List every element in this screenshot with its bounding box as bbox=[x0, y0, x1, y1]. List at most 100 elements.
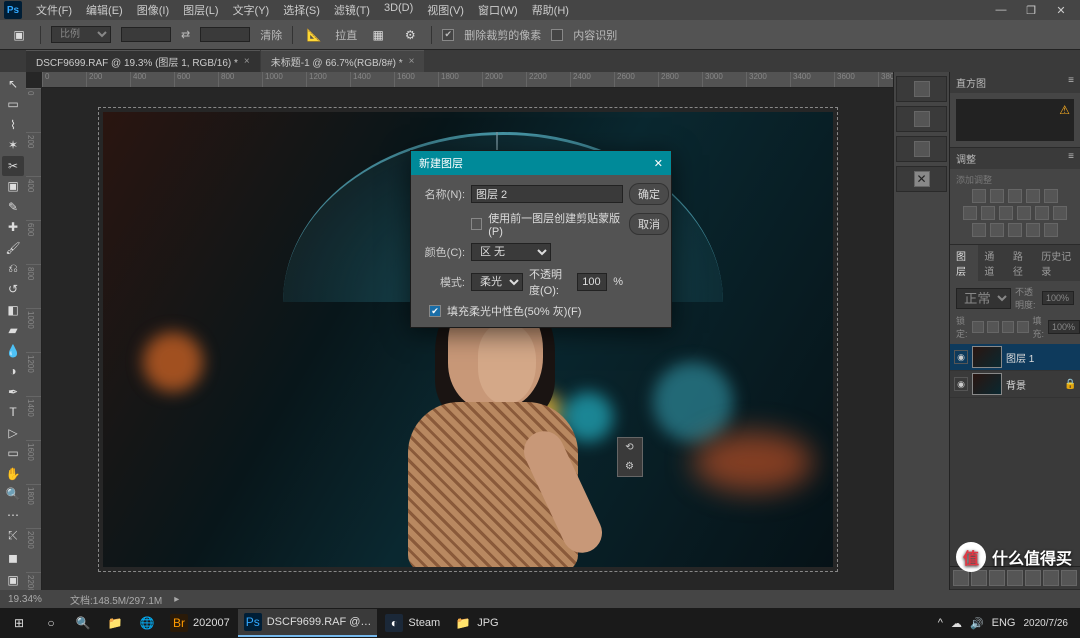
panel-menu-icon[interactable]: ≡ bbox=[1068, 151, 1074, 166]
overlay-icon[interactable]: ▦ bbox=[367, 25, 389, 45]
history-brush-tool-icon[interactable]: ↺ bbox=[2, 279, 24, 299]
adj-photo-filter-icon[interactable] bbox=[1017, 206, 1031, 220]
swap-icon[interactable]: ⇄ bbox=[181, 28, 190, 41]
menu-item[interactable]: 编辑(E) bbox=[80, 0, 129, 20]
layer-row[interactable]: ◉ 背景 🔒 bbox=[950, 371, 1080, 398]
tray-icon[interactable]: ☁ bbox=[951, 617, 962, 630]
ok-button[interactable]: 确定 bbox=[629, 183, 669, 205]
blur-tool-icon[interactable]: 💧 bbox=[2, 341, 24, 361]
menu-item[interactable]: 3D(D) bbox=[378, 0, 419, 20]
tray-icon[interactable]: 🔊 bbox=[970, 617, 984, 630]
hand-tool-icon[interactable]: ✋ bbox=[2, 464, 24, 484]
lasso-tool-icon[interactable]: ⌇ bbox=[2, 115, 24, 135]
quick-select-tool-icon[interactable]: ✶ bbox=[2, 136, 24, 156]
adj-hue-icon[interactable] bbox=[963, 206, 977, 220]
new-layer-icon[interactable] bbox=[1043, 570, 1059, 586]
crop-tool-icon[interactable]: ✂ bbox=[2, 156, 24, 176]
menu-item[interactable]: 图层(L) bbox=[177, 0, 224, 20]
dialog-titlebar[interactable]: 新建图层 ✕ bbox=[411, 151, 671, 175]
opacity-input[interactable] bbox=[577, 273, 607, 291]
menu-item[interactable]: 图像(I) bbox=[131, 0, 175, 20]
tray-icon[interactable]: ENG bbox=[992, 617, 1016, 629]
menu-item[interactable]: 窗口(W) bbox=[472, 0, 524, 20]
visibility-icon[interactable]: ◉ bbox=[954, 350, 968, 364]
fill-value[interactable]: 100% bbox=[1048, 320, 1080, 334]
gradient-tool-icon[interactable]: ▰ bbox=[2, 320, 24, 340]
layer-row[interactable]: ◉ 图层 1 bbox=[950, 344, 1080, 371]
adj-bw-icon[interactable] bbox=[999, 206, 1013, 220]
swap-colors-icon[interactable]: ⤪ bbox=[2, 526, 24, 546]
document-tab[interactable]: DSCF9699.RAF @ 19.3% (图层 1, RGB/16) *× bbox=[26, 50, 260, 72]
adj-exposure-icon[interactable] bbox=[1026, 189, 1040, 203]
taskbar-item[interactable]: ◐Steam bbox=[379, 609, 446, 637]
adj-brightness-icon[interactable] bbox=[972, 189, 986, 203]
panel-tab[interactable]: 路径 bbox=[1007, 245, 1035, 281]
layer-thumbnail[interactable] bbox=[972, 346, 1002, 368]
ratio-select[interactable]: 比例 bbox=[51, 26, 111, 43]
lock-artboard-icon[interactable] bbox=[1002, 321, 1014, 333]
mode-select[interactable]: 柔光 bbox=[471, 273, 523, 291]
panel-tab[interactable]: 图层 bbox=[950, 245, 978, 281]
layer-fx-icon[interactable] bbox=[971, 570, 987, 586]
status-arrow-icon[interactable]: ▸ bbox=[174, 594, 179, 605]
histogram-warning-icon[interactable]: ⚠ bbox=[1059, 103, 1070, 117]
close-button[interactable]: ✕ bbox=[1046, 2, 1076, 19]
adj-invert-icon[interactable] bbox=[972, 223, 986, 237]
menu-item[interactable]: 滤镜(T) bbox=[328, 0, 376, 20]
taskbar-item[interactable]: PsDSCF9699.RAF @… bbox=[238, 609, 378, 637]
new-fill-icon[interactable] bbox=[1007, 570, 1023, 586]
zoom-tool-icon[interactable]: 🔍 bbox=[2, 485, 24, 505]
minimize-button[interactable]: — bbox=[986, 2, 1016, 19]
tab-close-icon[interactable]: × bbox=[244, 56, 250, 67]
taskbar-item[interactable]: 🌐 bbox=[132, 609, 162, 637]
settings-icon[interactable]: ⚙ bbox=[399, 25, 421, 45]
healing-tool-icon[interactable]: ✚ bbox=[2, 218, 24, 238]
crop-height-input[interactable] bbox=[200, 27, 250, 42]
menu-item[interactable]: 文字(Y) bbox=[227, 0, 276, 20]
taskbar-item[interactable]: 🔍 bbox=[68, 609, 98, 637]
layer-name-input[interactable] bbox=[471, 185, 623, 203]
properties-panel-icon[interactable]: ✕ bbox=[896, 166, 947, 192]
adj-selective-icon[interactable] bbox=[1044, 223, 1058, 237]
fill-neutral-checkbox[interactable]: ✔ bbox=[429, 305, 441, 317]
cancel-button[interactable]: 取消 bbox=[629, 213, 669, 235]
adj-gradient-icon[interactable] bbox=[1026, 223, 1040, 237]
content-aware-checkbox[interactable] bbox=[551, 29, 563, 41]
taskbar-item[interactable]: ⊞ bbox=[4, 609, 34, 637]
lock-pixels-icon[interactable] bbox=[972, 321, 984, 333]
visibility-icon[interactable]: ◉ bbox=[954, 377, 968, 391]
blend-mode-select[interactable]: 正常 bbox=[956, 288, 1011, 309]
taskbar-date[interactable]: 2020/7/26 bbox=[1024, 618, 1069, 629]
crop-reset-icon[interactable]: ⟲ bbox=[625, 442, 633, 453]
dialog-close-icon[interactable]: ✕ bbox=[654, 157, 663, 170]
adj-balance-icon[interactable] bbox=[981, 206, 995, 220]
brush-tool-icon[interactable]: 🖌 bbox=[2, 238, 24, 258]
crop-tool-preset-icon[interactable]: ▣ bbox=[8, 25, 30, 45]
type-tool-icon[interactable]: T bbox=[2, 403, 24, 423]
tab-close-icon[interactable]: × bbox=[409, 56, 415, 67]
delete-pixels-checkbox[interactable]: ✔ bbox=[442, 29, 454, 41]
adj-curves-icon[interactable] bbox=[1008, 189, 1022, 203]
menu-item[interactable]: 视图(V) bbox=[421, 0, 470, 20]
foreground-background-swatch[interactable]: ◼ bbox=[2, 546, 24, 569]
adj-posterize-icon[interactable] bbox=[990, 223, 1004, 237]
tray-icon[interactable]: ^ bbox=[938, 617, 943, 629]
adj-threshold-icon[interactable] bbox=[1008, 223, 1022, 237]
eyedropper-tool-icon[interactable]: ✎ bbox=[2, 197, 24, 217]
shape-tool-icon[interactable]: ▭ bbox=[2, 444, 24, 464]
crop-options-icon[interactable]: ⚙ bbox=[625, 461, 634, 472]
maximize-button[interactable]: ❐ bbox=[1016, 2, 1046, 19]
clip-mask-checkbox[interactable] bbox=[471, 218, 482, 230]
stamp-tool-icon[interactable]: ⎌ bbox=[2, 259, 24, 279]
marquee-tool-icon[interactable]: ▭ bbox=[2, 95, 24, 115]
panel-menu-icon[interactable]: ≡ bbox=[1068, 75, 1074, 90]
panel-tab[interactable]: 通道 bbox=[978, 245, 1006, 281]
taskbar-item[interactable]: ○ bbox=[36, 609, 66, 637]
menu-item[interactable]: 选择(S) bbox=[277, 0, 326, 20]
swatches-panel-icon[interactable] bbox=[896, 106, 947, 132]
pen-tool-icon[interactable]: ✒ bbox=[2, 382, 24, 402]
panel-tab[interactable]: 历史记录 bbox=[1035, 245, 1080, 281]
menu-item[interactable]: 文件(F) bbox=[30, 0, 78, 20]
screen-mode-icon[interactable]: ▣ bbox=[2, 571, 24, 591]
taskbar-item[interactable]: Br202007 bbox=[164, 609, 236, 637]
